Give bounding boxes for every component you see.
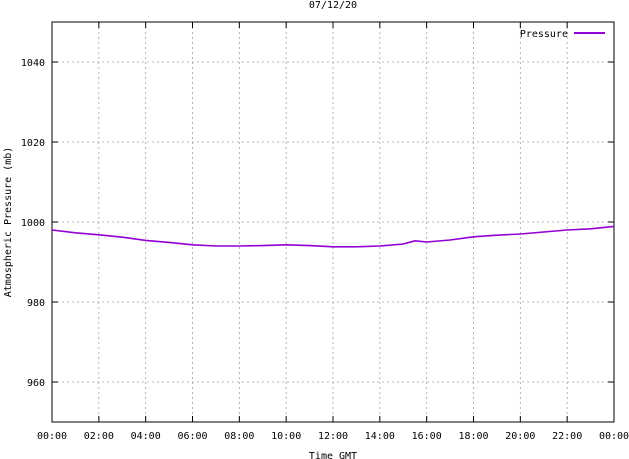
y-tick-label: 1000 <box>21 218 45 229</box>
y-tick-label: 1040 <box>21 58 45 69</box>
x-tick-label: 16:00 <box>412 431 442 442</box>
y-tick-label: 980 <box>27 298 45 309</box>
legend-label-pressure: Pressure <box>520 29 568 40</box>
x-tick-label: 18:00 <box>458 431 488 442</box>
x-tick-label: 00:00 <box>37 431 67 442</box>
x-tick-label: 10:00 <box>271 431 301 442</box>
x-tick-label: 20:00 <box>505 431 535 442</box>
x-tick-label: 04:00 <box>131 431 161 442</box>
y-axis-title: Atmospheric Pressure (mb) <box>3 147 14 298</box>
x-tick-label: 02:00 <box>84 431 114 442</box>
x-tick-label: 12:00 <box>318 431 348 442</box>
x-tick-label: 14:00 <box>365 431 395 442</box>
x-tick-label: 08:00 <box>224 431 254 442</box>
x-tick-label: 06:00 <box>177 431 207 442</box>
y-tick-label: 1020 <box>21 138 45 149</box>
pressure-chart: 00:00 02:00 04:00 06:00 08:00 10:00 12:00 14:00… <box>3 0 629 459</box>
x-axis-title: Time GMT <box>309 451 357 459</box>
y-tick-label: 960 <box>27 378 45 389</box>
x-tick-label: 00:00 <box>599 431 629 442</box>
x-tick-label: 22:00 <box>552 431 582 442</box>
chart-title: 07/12/20 <box>309 0 357 11</box>
